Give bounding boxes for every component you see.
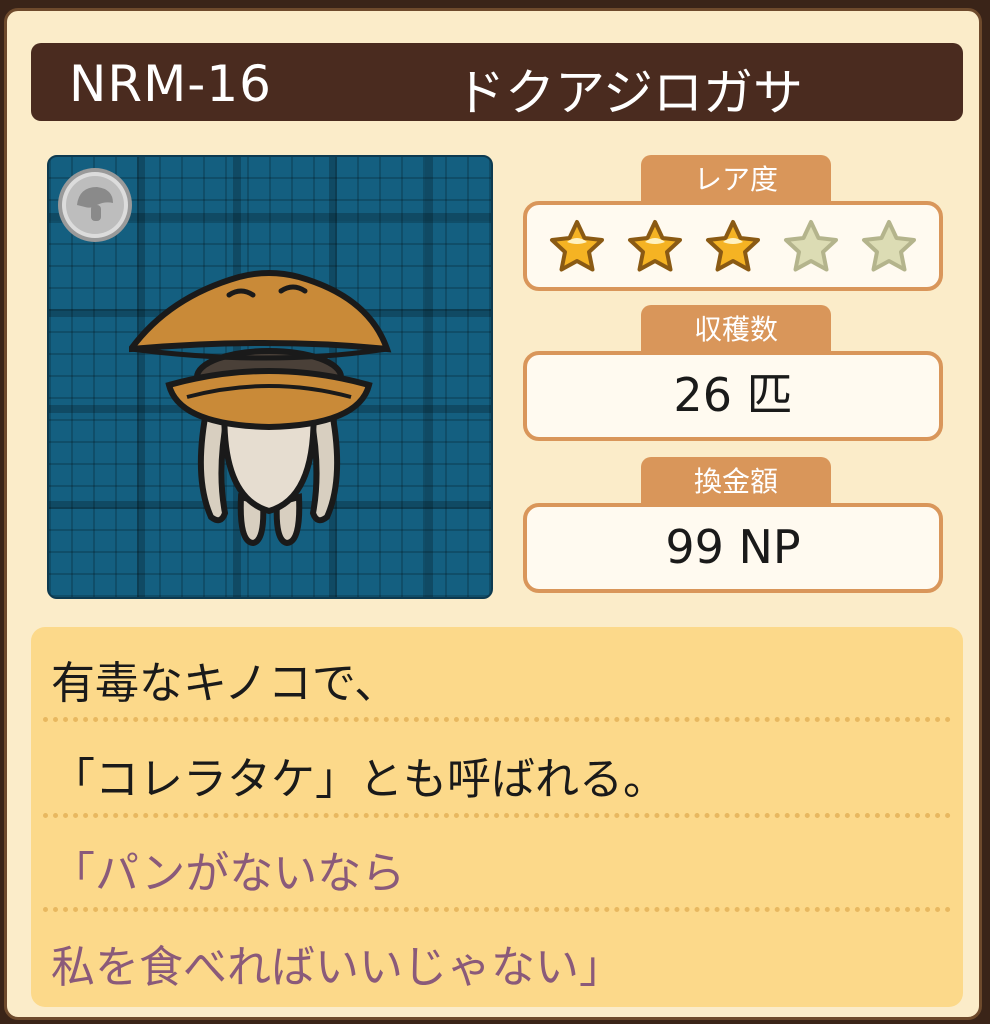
harvest-count-label-text: 収穫数 [693,313,778,346]
card-header: NRM-16 ドクアジロガサ [31,43,963,122]
description-panel: 有毒なキノコで、 「コレラタケ」とも呼ばれる。 「パンがないなら 私を食べればい… [31,627,963,1007]
star-empty-icon [784,220,838,272]
star-empty-icon [862,220,916,272]
mushroom-portrait[interactable] [47,155,493,599]
mushroom-name: ドクアジロガサ [455,64,803,122]
rarity-label: レア度 [641,155,831,201]
harvest-count-box: 26 匹 [523,351,943,441]
rarity-label-text: レア度 [693,163,778,196]
dotted-divider [43,907,951,912]
dotted-divider [43,813,951,818]
exchange-value-box: 99 NP [523,503,943,593]
exchange-value-amount: 99 NP [665,520,801,574]
star-filled-icon [628,220,682,272]
exchange-value-label-text: 換金額 [693,465,778,498]
dotted-divider [43,717,951,722]
description-line: 「コレラタケ」とも呼ばれる。 [51,754,667,805]
star-filled-icon [706,220,760,272]
star-filled-icon [550,220,604,272]
rarity-box [523,201,943,291]
description-quote-line: 私を食べればいいじゃない」 [51,942,623,993]
mushroom-character-illustration [129,270,392,547]
rarity-stars [527,205,939,287]
description-quote-line: 「パンがないなら [51,848,406,899]
silver-mushroom-medal-icon [58,168,132,242]
mushroom-detail-card: NRM-16 ドクアジロガサ レア度 収穫数 26 匹 換金額 99 NP 有毒… [4,8,982,1020]
harvest-count-value: 26 匹 [673,368,793,422]
mushroom-code: NRM-16 [69,55,272,113]
description-line: 有毒なキノコで、 [51,658,399,709]
harvest-count-label: 収穫数 [641,305,831,351]
exchange-value-label: 換金額 [641,457,831,503]
